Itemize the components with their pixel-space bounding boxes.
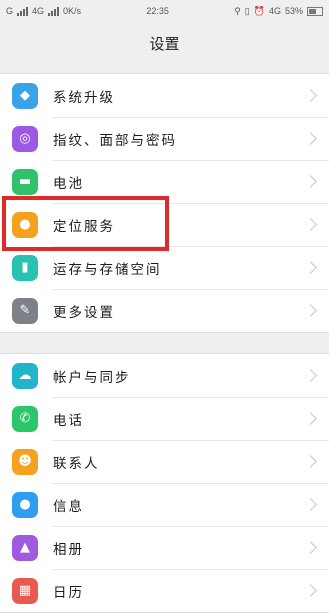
- settings-row-label: 电话: [53, 412, 84, 429]
- calendar-icon: ▦: [12, 577, 38, 604]
- network-type-right: 4G: [268, 6, 281, 16]
- chevron-right-icon: [304, 412, 317, 425]
- battery-status-icon: [307, 6, 323, 16]
- settings-row-label: 系统升级: [53, 89, 115, 106]
- chevron-right-icon: [304, 218, 317, 231]
- settings-row-label: 更多设置: [53, 304, 115, 321]
- wrench-icon: ✎: [12, 297, 38, 324]
- clock: 22:35: [146, 6, 169, 16]
- location-status-icon: ⚲: [234, 5, 241, 16]
- carrier-label: G: [6, 6, 14, 16]
- settings-row-label: 帐户与同步: [53, 369, 131, 386]
- chevron-right-icon: [304, 175, 317, 188]
- settings-row[interactable]: ▲ 相册: [0, 526, 329, 569]
- settings-row[interactable]: ▮ 运存与存储空间: [0, 246, 329, 289]
- settings-group-1: ◆ 系统升级 ◎ 指纹、面部与密码 ▬ 电池 ● 定位服务 ▮ 运存与存储空间 ✎ 更多设置: [0, 73, 329, 333]
- settings-row-label: 电池: [53, 175, 84, 192]
- settings-row[interactable]: ● 信息: [0, 483, 329, 526]
- status-bar: G 4G 0K/s 22:35 ⚲ ▯ ⏰ 4G 53%: [0, 0, 329, 22]
- chevron-right-icon: [304, 132, 317, 145]
- page-title: 设置: [149, 34, 180, 53]
- storage-icon: ▮: [12, 254, 38, 281]
- battery-icon: ▬: [12, 168, 38, 195]
- settings-row-label: 信息: [53, 498, 84, 515]
- chevron-right-icon: [304, 498, 317, 511]
- network-speed: 0K/s: [63, 6, 82, 16]
- chevron-right-icon: [304, 89, 317, 102]
- signal-icon-2: [48, 6, 60, 16]
- settings-row[interactable]: ● 定位服务: [0, 203, 329, 246]
- chevron-right-icon: [304, 261, 317, 274]
- settings-row[interactable]: ✎ 更多设置: [0, 289, 329, 332]
- battery-percent: 53%: [284, 6, 303, 16]
- settings-row-label: 指纹、面部与密码: [53, 132, 177, 149]
- settings-row-label: 运存与存储空间: [53, 261, 162, 278]
- vibrate-icon: ▯: [244, 5, 250, 16]
- system-update-icon: ◆: [12, 82, 38, 109]
- settings-row[interactable]: ✆ 电话: [0, 397, 329, 440]
- signal-icon: [17, 6, 29, 16]
- chevron-right-icon: [304, 541, 317, 554]
- message-icon: ●: [12, 491, 38, 518]
- settings-row[interactable]: ◆ 系统升级: [0, 74, 329, 117]
- settings-group-2: ☁ 帐户与同步 ✆ 电话 ☻ 联系人 ● 信息 ▲ 相册 ▦ 日历: [0, 353, 329, 613]
- fingerprint-icon: ◎: [12, 125, 38, 152]
- settings-row-label: 日历: [53, 584, 84, 601]
- chevron-right-icon: [304, 304, 317, 317]
- chevron-right-icon: [304, 455, 317, 468]
- settings-row[interactable]: ▦ 日历: [0, 569, 329, 612]
- contacts-icon: ☻: [12, 448, 38, 475]
- alarm-icon: ⏰: [253, 5, 265, 16]
- location-icon: ●: [12, 211, 38, 238]
- settings-row[interactable]: ◎ 指纹、面部与密码: [0, 117, 329, 160]
- chevron-right-icon: [304, 369, 317, 382]
- gallery-icon: ▲: [12, 534, 38, 561]
- account-sync-icon: ☁: [12, 362, 38, 389]
- network-type: 4G: [32, 6, 45, 16]
- settings-row[interactable]: ▬ 电池: [0, 160, 329, 203]
- phone-icon: ✆: [12, 405, 38, 432]
- settings-row-label: 定位服务: [53, 218, 115, 235]
- settings-row-label: 相册: [53, 541, 84, 558]
- settings-row-label: 联系人: [53, 455, 100, 472]
- settings-row[interactable]: ☁ 帐户与同步: [0, 354, 329, 397]
- settings-row[interactable]: ☻ 联系人: [0, 440, 329, 483]
